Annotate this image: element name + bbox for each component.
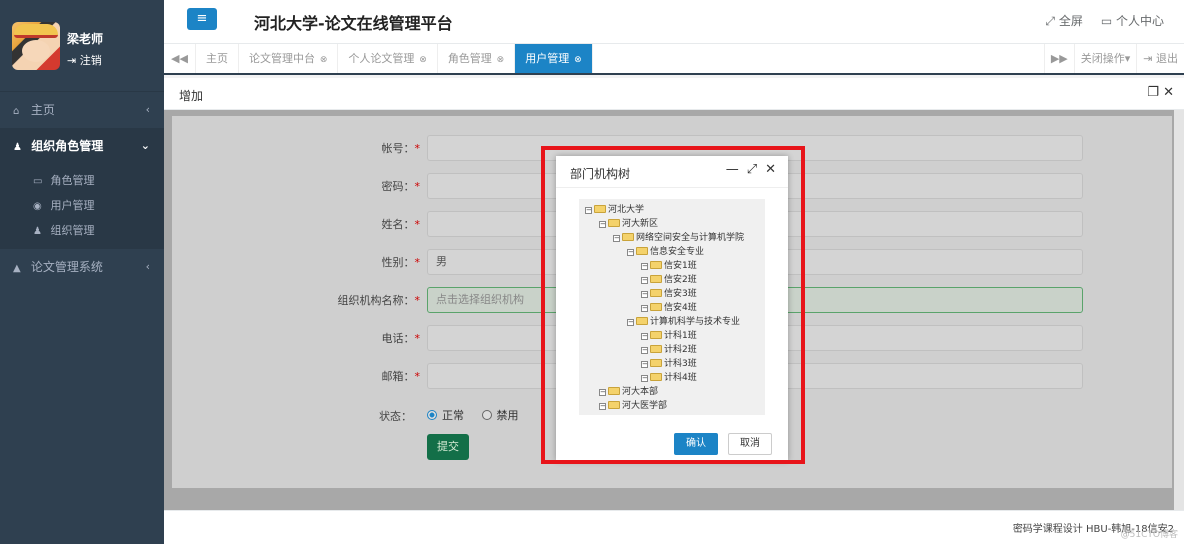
sign-out-icon: ⇥ (1143, 52, 1156, 65)
graduation-cap-icon: ▲ (13, 263, 21, 274)
sidebar-item-thesis[interactable]: ▲ 论文管理系统 ‹ (0, 249, 164, 285)
fullscreen-button[interactable]: ⤢ 全屏 (1045, 12, 1082, 29)
close-icon[interactable]: ⊗ (317, 55, 328, 65)
top-header: ≡ 河北大学-论文在线管理平台 ⤢ 全屏 ▭ 个人中心 (164, 0, 1184, 44)
chevron-left-icon: ‹ (145, 103, 150, 116)
restore-icon[interactable]: ❐ (1147, 85, 1159, 100)
footer: 密码学课程设计 HBU-韩旭-18信安2 (164, 510, 1184, 544)
tab-actions: ▶▶ 关闭操作▾ ⇥ 退出 (1043, 44, 1184, 73)
panel-header: 增加 ❐ ✕ (164, 78, 1184, 110)
menu-toggle-button[interactable]: ≡ (187, 8, 217, 30)
close-ops-dropdown[interactable]: 关闭操作▾ (1073, 44, 1137, 73)
id-card-icon: ▭ (1100, 14, 1116, 28)
sidebar-item-home[interactable]: ⌂ 主页 ‹ (0, 92, 164, 128)
chevron-down-icon: ⌄ (140, 139, 150, 152)
tab-scroll-right-button[interactable]: ▶▶ (1043, 44, 1074, 73)
close-icon[interactable]: ✕ (1163, 85, 1174, 100)
status-radio-disabled[interactable]: 禁用 (481, 409, 519, 422)
tab-home[interactable]: 主页 (196, 44, 239, 73)
site-title: 河北大学-论文在线管理平台 (254, 14, 453, 33)
users-icon: ♟ (13, 142, 22, 153)
panel-title: 增加 (179, 89, 204, 103)
tab-scroll-left-button[interactable]: ◀◀ (164, 44, 196, 73)
logout-icon: ⇥ (67, 54, 80, 67)
sidebar-item-role[interactable]: ▭ 角色管理 (0, 168, 164, 193)
user-circle-icon: ◉ (33, 201, 42, 212)
home-icon: ⌂ (13, 106, 20, 117)
id-card-icon: ▭ (33, 176, 43, 187)
tab-thesis-center[interactable]: 论文管理中台 ⊗ (239, 44, 339, 73)
expand-icon: ⤢ (1045, 14, 1059, 28)
status-radio-group: 正常 禁用 (427, 407, 519, 423)
panel-controls: ❐ ✕ (1147, 85, 1174, 100)
submit-button[interactable]: 提交 (427, 434, 469, 460)
sidebar-nav: ⌂ 主页 ‹ ♟ 组织角色管理 ⌄ ▭ 角色管理 ◉ 用户管理 ♟ 组织管理 ▲ 论… (0, 92, 164, 285)
double-left-icon: ◀◀ (171, 52, 188, 65)
close-icon[interactable]: ⊗ (571, 55, 582, 65)
status-radio-normal[interactable]: 正常 (427, 409, 464, 422)
sidebar-submenu: ▭ 角色管理 ◉ 用户管理 ♟ 组织管理 (0, 164, 164, 249)
avatar (12, 22, 60, 70)
sidebar-item-org-role[interactable]: ♟ 组织角色管理 ⌄ (0, 128, 164, 164)
tab-role[interactable]: 角色管理 ⊗ (438, 44, 516, 73)
tab-bar: ◀◀ 主页 论文管理中台 ⊗ 个人论文管理 ⊗ 角色管理 ⊗ 用户管理 ⊗ ▶▶… (164, 44, 1184, 75)
app-root: 梁老师 ⇥ 注销 ⌂ 主页 ‹ ♟ 组织角色管理 ⌄ ▭ 角色管理 ◉ 用户管理 ♟… (0, 0, 1184, 544)
scrollbar[interactable] (1174, 110, 1184, 510)
logout-link[interactable]: ⇥ 注销 (67, 52, 102, 68)
header-actions: ⤢ 全屏 ▭ 个人中心 (1045, 12, 1164, 29)
caret-down-icon: ▾ (1124, 52, 1131, 65)
tabs: 主页 论文管理中台 ⊗ 个人论文管理 ⊗ 角色管理 ⊗ 用户管理 ⊗ (196, 44, 593, 73)
group-icon: ♟ (33, 226, 42, 237)
profile-button[interactable]: ▭ 个人中心 (1101, 12, 1164, 29)
sidebar-item-user[interactable]: ◉ 用户管理 (0, 193, 164, 218)
sidebar-item-org[interactable]: ♟ 组织管理 (0, 218, 164, 243)
close-icon[interactable]: ⊗ (416, 55, 427, 65)
tab-personal-thesis[interactable]: 个人论文管理 ⊗ (338, 44, 438, 73)
double-right-icon: ▶▶ (1050, 52, 1068, 65)
highlight-box (541, 146, 805, 464)
user-profile: 梁老师 ⇥ 注销 (0, 0, 164, 92)
watermark: @51CTO博客 (1120, 530, 1178, 540)
chevron-left-icon: ‹ (145, 260, 150, 273)
exit-button[interactable]: ⇥ 退出 (1136, 44, 1184, 73)
close-icon[interactable]: ⊗ (494, 55, 505, 65)
sidebar: 梁老师 ⇥ 注销 ⌂ 主页 ‹ ♟ 组织角色管理 ⌄ ▭ 角色管理 ◉ 用户管理 ♟… (0, 0, 164, 544)
tab-user[interactable]: 用户管理 ⊗ (515, 44, 593, 73)
user-name: 梁老师 (67, 32, 104, 46)
